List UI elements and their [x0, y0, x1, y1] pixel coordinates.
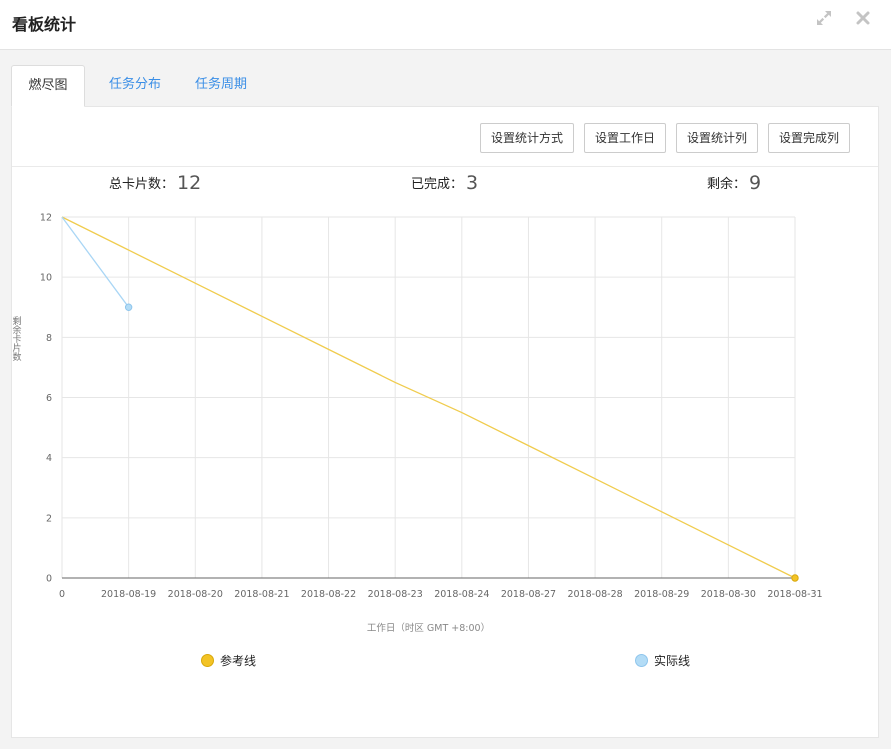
x-tick-label: 2018-08-28: [567, 589, 622, 600]
x-tick-label: 2018-08-30: [701, 589, 756, 600]
y-tick-label: 12: [40, 213, 52, 224]
x-tick-label: 2018-08-27: [501, 589, 556, 600]
y-tick-label: 6: [46, 393, 52, 404]
data-point-reference: [791, 574, 799, 582]
data-point-actual: [124, 303, 133, 311]
x-tick-label: 2018-08-21: [234, 589, 289, 600]
legend-reference-label: 参考线: [220, 653, 257, 668]
legend-actual[interactable]: 实际线: [635, 652, 690, 668]
x-axis-title: 工作日（时区 GMT +8:00）: [366, 623, 491, 634]
legend-reference-marker: [201, 653, 214, 667]
y-tick-label: 4: [46, 453, 52, 464]
y-tick-label: 8: [46, 333, 52, 344]
y-tick-label: 10: [40, 273, 52, 284]
y-tick-label: 0: [46, 574, 52, 585]
x-tick-label: 2018-08-23: [368, 589, 423, 600]
series-line-actual: [61, 216, 130, 308]
x-tick-label: 2018-08-24: [434, 589, 489, 600]
x-tick-label: 0: [59, 589, 65, 600]
tab-burndown[interactable]: 燃尽图: [11, 65, 85, 107]
burndown-chart: 0 2 4 6 8 10 12 0 2018-08-19 2018-08-20 2018-08-21…: [40, 213, 823, 601]
legend-reference[interactable]: 参考线: [201, 652, 256, 668]
y-tick-label: 2: [46, 513, 52, 524]
x-tick-label: 2018-08-31: [767, 589, 822, 600]
x-tick-label: 2018-08-19: [101, 589, 156, 600]
x-tick-label: 2018-08-20: [168, 589, 223, 600]
legend-actual-marker: [635, 653, 648, 667]
x-tick-label: 2018-08-29: [634, 589, 689, 600]
y-axis-title: 剩余卡片数: [12, 317, 22, 363]
legend-actual-label: 实际线: [654, 653, 691, 668]
x-tick-label: 2018-08-22: [301, 589, 356, 600]
